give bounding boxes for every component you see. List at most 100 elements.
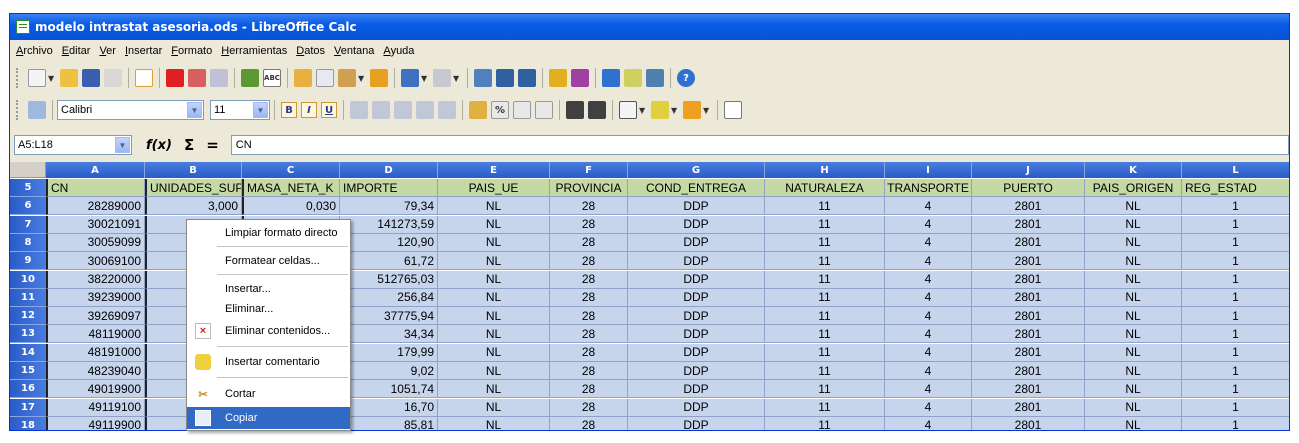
- header-cell[interactable]: PROVINCIA: [550, 179, 628, 197]
- cell-naturaleza[interactable]: 11: [765, 307, 885, 326]
- cell-pais-origen[interactable]: NL: [1085, 325, 1182, 344]
- cell-transporte[interactable]: 4: [885, 325, 972, 344]
- italic-icon[interactable]: I: [301, 102, 317, 118]
- row-header[interactable]: 14: [10, 343, 46, 362]
- sort-descending-icon[interactable]: [518, 69, 536, 87]
- header-cell[interactable]: IMPORTE: [340, 179, 438, 197]
- cell-reg-estad[interactable]: 1: [1182, 288, 1289, 307]
- cell-puerto[interactable]: 2801: [972, 307, 1085, 326]
- cell-provincia[interactable]: 28: [550, 233, 628, 252]
- justify-icon[interactable]: [416, 101, 434, 119]
- cell-pais-ue[interactable]: NL: [438, 215, 550, 234]
- toggle-grid-icon[interactable]: [724, 101, 742, 119]
- cell-cn[interactable]: 30069100: [46, 252, 145, 271]
- menu-copy[interactable]: Copiar: [187, 407, 350, 429]
- cell-naturaleza[interactable]: 11: [765, 233, 885, 252]
- undo-icon[interactable]: [401, 69, 419, 87]
- column-header-h[interactable]: H: [765, 162, 885, 178]
- cell-provincia[interactable]: 28: [550, 398, 628, 417]
- undo-dropdown-icon[interactable]: ▼: [421, 74, 429, 83]
- hyperlink-icon[interactable]: [474, 69, 492, 87]
- menu-editar[interactable]: Editar: [62, 45, 91, 57]
- formula-input[interactable]: CN: [230, 135, 1289, 155]
- cell-pais-origen[interactable]: NL: [1085, 233, 1182, 252]
- cell-pais-ue[interactable]: NL: [438, 197, 550, 216]
- chevron-down-icon[interactable]: ▼: [187, 102, 202, 118]
- cell-pais-ue[interactable]: NL: [438, 325, 550, 344]
- cell-transporte[interactable]: 4: [885, 288, 972, 307]
- cell-reg-estad[interactable]: 1: [1182, 215, 1289, 234]
- row-header[interactable]: 11: [10, 288, 46, 307]
- send-mail-icon[interactable]: [104, 69, 122, 87]
- font-name-box[interactable]: Calibri ▼: [57, 100, 204, 120]
- cell-cn[interactable]: 48239040: [46, 362, 145, 380]
- increase-indent-icon[interactable]: [588, 101, 606, 119]
- draw-functions-icon[interactable]: [571, 69, 589, 87]
- menu-archivo[interactable]: Archivo: [16, 45, 53, 57]
- background-dropdown-icon[interactable]: ▼: [671, 106, 679, 115]
- cell-naturaleza[interactable]: 11: [765, 252, 885, 271]
- cell-cond-entrega[interactable]: DDP: [628, 325, 765, 344]
- cell-cond-entrega[interactable]: DDP: [628, 252, 765, 271]
- font-color-dropdown-icon[interactable]: ▼: [703, 106, 711, 115]
- row-header[interactable]: 10: [10, 270, 46, 289]
- row-header[interactable]: 15: [10, 362, 46, 380]
- decrease-indent-icon[interactable]: [566, 101, 584, 119]
- cell-cond-entrega[interactable]: DDP: [628, 233, 765, 252]
- data-sources-icon[interactable]: [646, 69, 664, 87]
- cut-icon[interactable]: [294, 69, 312, 87]
- header-cell[interactable]: COND_ENTREGA: [628, 179, 765, 197]
- row-header[interactable]: 18: [10, 416, 46, 430]
- cell-naturaleza[interactable]: 11: [765, 380, 885, 399]
- cell-naturaleza[interactable]: 11: [765, 362, 885, 380]
- export-pdf-icon[interactable]: [166, 69, 184, 87]
- cell-puerto[interactable]: 2801: [972, 197, 1085, 216]
- cell-transporte[interactable]: 4: [885, 380, 972, 399]
- redo-icon[interactable]: [433, 69, 451, 87]
- cell-pais-origen[interactable]: NL: [1085, 380, 1182, 399]
- cell-provincia[interactable]: 28: [550, 307, 628, 326]
- align-center-icon[interactable]: [372, 101, 390, 119]
- cell-reg-estad[interactable]: 1: [1182, 398, 1289, 417]
- cell-pais-origen[interactable]: NL: [1085, 215, 1182, 234]
- menu-delete-contents[interactable]: × Eliminar contenidos...: [187, 320, 350, 342]
- cell-cn[interactable]: 38220000: [46, 270, 145, 289]
- cell-reg-estad[interactable]: 1: [1182, 362, 1289, 380]
- cell-cond-entrega[interactable]: DDP: [628, 288, 765, 307]
- cell-reg-estad[interactable]: 1: [1182, 416, 1289, 430]
- function-wizard-icon[interactable]: f(x): [146, 138, 172, 153]
- column-header-k[interactable]: K: [1085, 162, 1182, 178]
- spellcheck-icon[interactable]: [241, 69, 259, 87]
- print-icon[interactable]: [188, 69, 206, 87]
- cell-cond-entrega[interactable]: DDP: [628, 270, 765, 289]
- title-bar[interactable]: modelo intrastat asesoria.ods - LibreOff…: [10, 14, 1289, 40]
- header-cell[interactable]: CN: [46, 179, 145, 197]
- cell-cond-entrega[interactable]: DDP: [628, 307, 765, 326]
- cell-importe[interactable]: 34,34: [340, 325, 438, 344]
- cell-cn[interactable]: 30059099: [46, 233, 145, 252]
- menu-insert-comment[interactable]: Insertar comentario: [187, 351, 350, 373]
- name-box[interactable]: A5:L18 ▼: [14, 135, 132, 155]
- cell-pais-origen[interactable]: NL: [1085, 197, 1182, 216]
- cell-pais-ue[interactable]: NL: [438, 252, 550, 271]
- cell-importe[interactable]: 256,84: [340, 288, 438, 307]
- row-header[interactable]: 17: [10, 398, 46, 417]
- chevron-down-icon[interactable]: ▼: [115, 137, 130, 153]
- cell-naturaleza[interactable]: 11: [765, 416, 885, 430]
- cell-transporte[interactable]: 4: [885, 307, 972, 326]
- row-header[interactable]: 12: [10, 307, 46, 326]
- cell-pais-origen[interactable]: NL: [1085, 343, 1182, 362]
- cell-transporte[interactable]: 4: [885, 233, 972, 252]
- row-header[interactable]: 13: [10, 325, 46, 344]
- cell-importe[interactable]: 179,99: [340, 343, 438, 362]
- cell-cn[interactable]: 49119100: [46, 398, 145, 417]
- cell-importe[interactable]: 120,90: [340, 233, 438, 252]
- cell-cond-entrega[interactable]: DDP: [628, 215, 765, 234]
- function-icon[interactable]: =: [206, 136, 219, 154]
- cell-reg-estad[interactable]: 1: [1182, 252, 1289, 271]
- cell-provincia[interactable]: 28: [550, 380, 628, 399]
- background-color-icon[interactable]: [651, 101, 669, 119]
- cell-pais-ue[interactable]: NL: [438, 288, 550, 307]
- cell-cn[interactable]: 28289000: [46, 197, 145, 216]
- header-cell[interactable]: NATURALEZA: [765, 179, 885, 197]
